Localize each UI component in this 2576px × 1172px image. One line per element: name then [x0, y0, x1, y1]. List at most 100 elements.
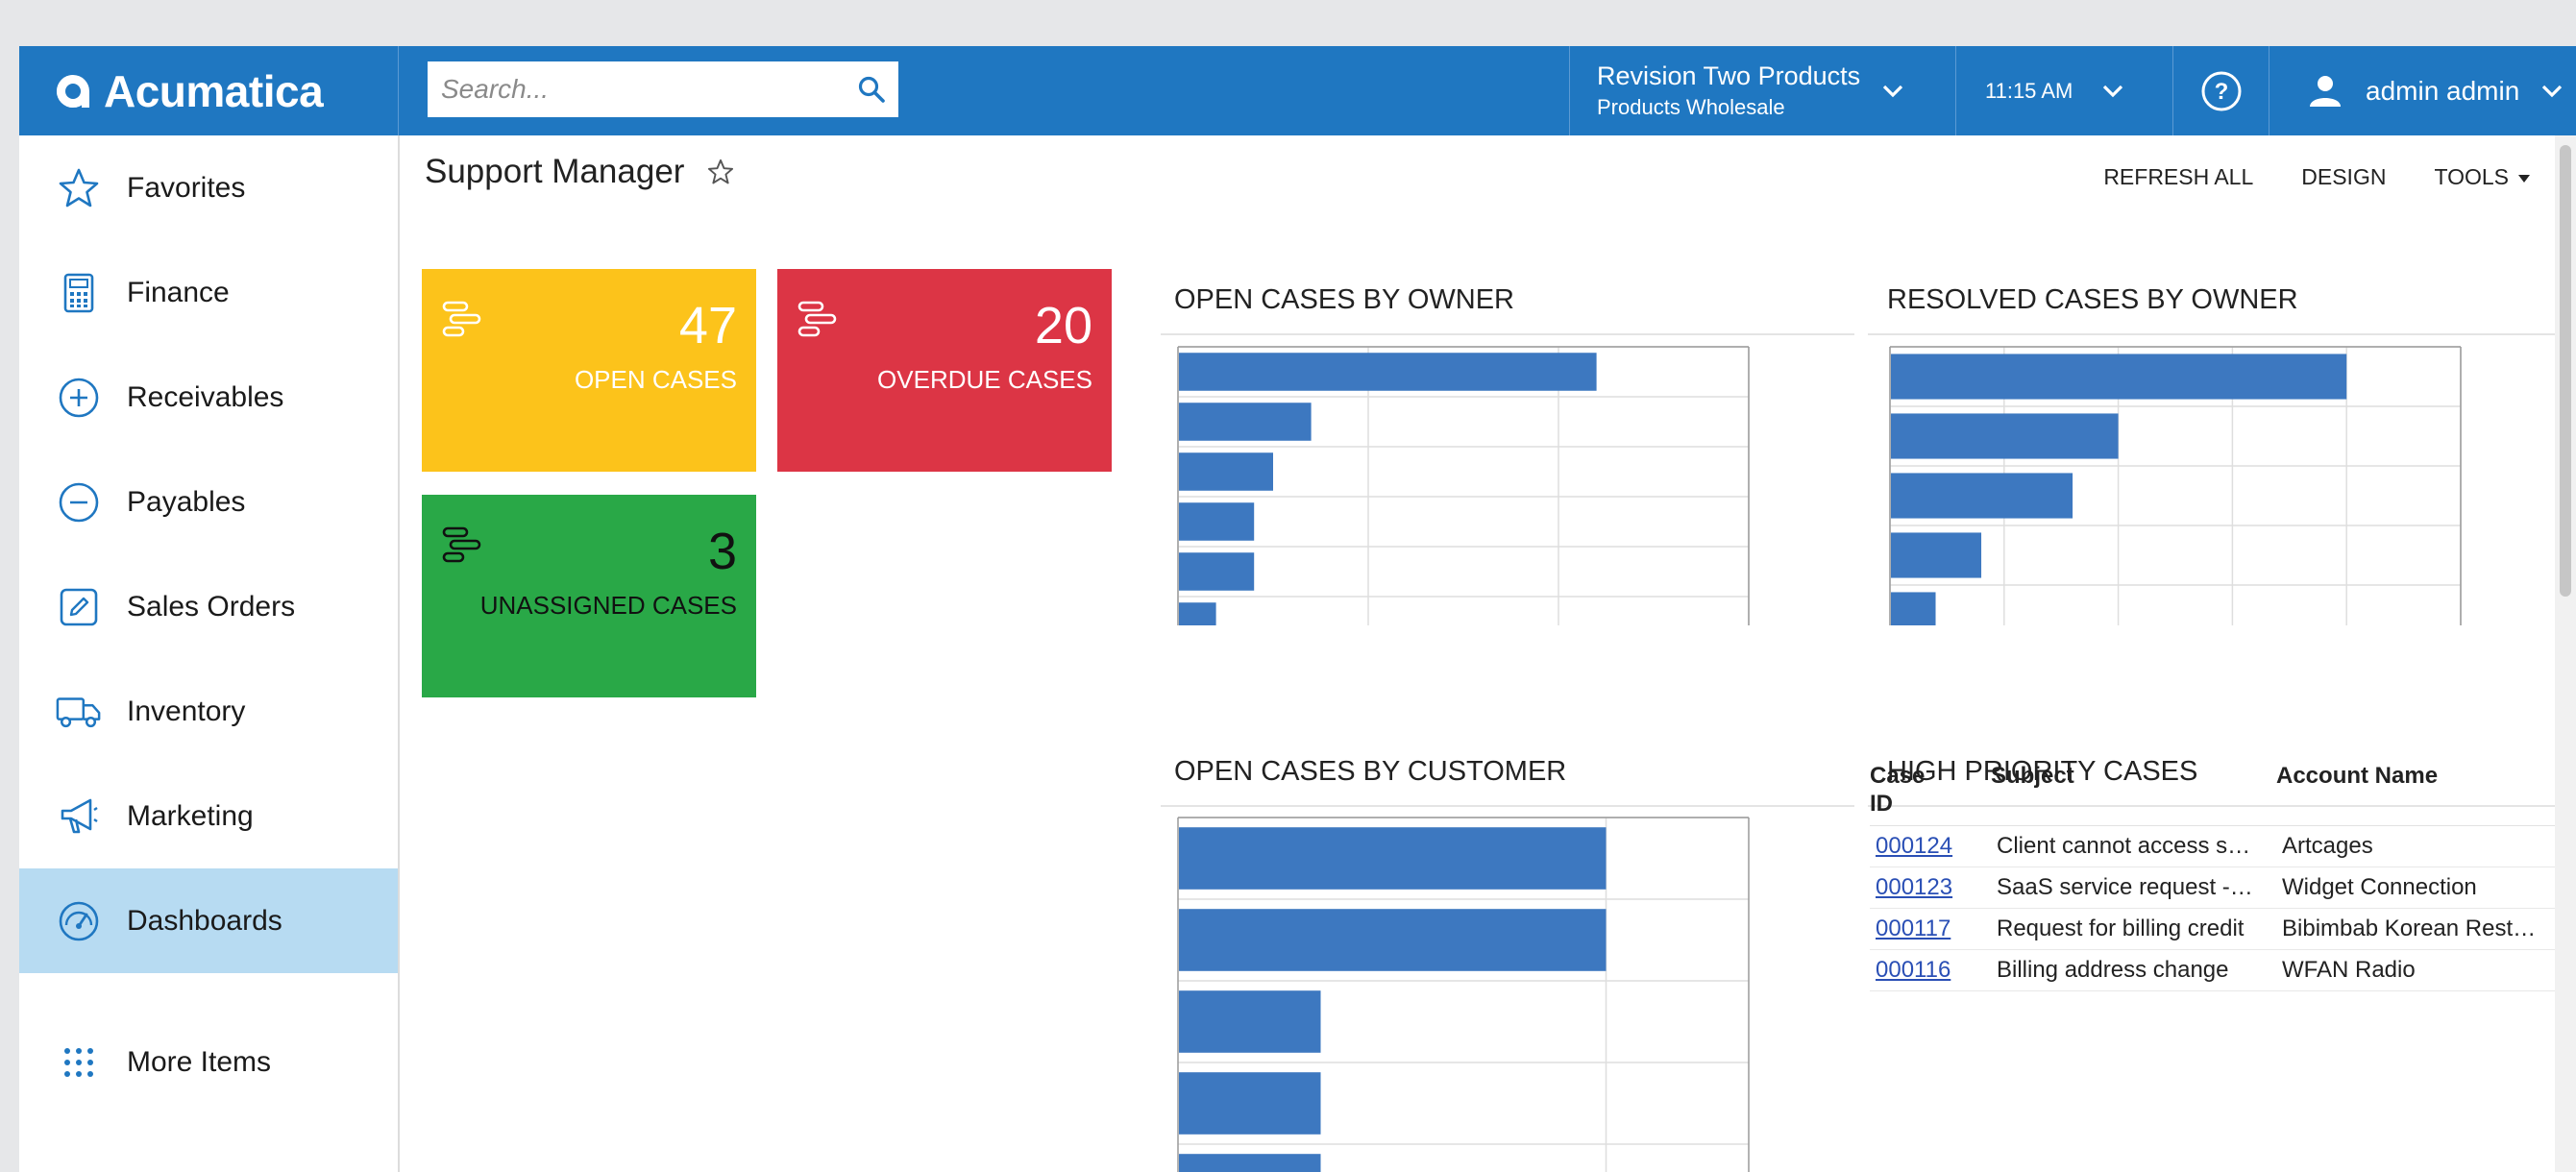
kpi-tile-unassigned-cases[interactable]: 3 UNASSIGNED CASES	[422, 495, 756, 697]
cell-subject: Billing address change	[1991, 949, 2276, 991]
tasks-icon	[442, 526, 481, 563]
brand-name: Acumatica	[104, 65, 324, 116]
tools-menu[interactable]: TOOLS	[2434, 164, 2530, 190]
cell-case-id: 000116	[1870, 949, 1991, 991]
widget-divider	[1868, 333, 2562, 335]
caret-down-icon	[2518, 174, 2530, 183]
widget-title-open-by-customer: OPEN CASES BY CUSTOMER	[1174, 756, 1567, 787]
main-content: Support Manager REFRESH ALL DESIGN TOOLS…	[400, 135, 2576, 1172]
sidebar-item-label: More Items	[127, 1045, 272, 1078]
chevron-down-icon	[1883, 85, 1903, 97]
sidebar-item-favorites[interactable]: Favorites	[19, 135, 398, 240]
app-window: Acumatica Revision Two Products Products…	[19, 46, 2576, 1172]
toolbar: REFRESH ALL DESIGN TOOLS	[2055, 164, 2530, 190]
widget-title-open-by-owner: OPEN CASES BY OWNER	[1174, 284, 1514, 315]
kpi-value: 47	[678, 297, 737, 354]
sidebar-item-marketing[interactable]: Marketing	[19, 764, 398, 868]
time-selector[interactable]: 11:15 AM	[1955, 46, 2172, 135]
sidebar-item-label: Sales Orders	[127, 590, 296, 623]
chart-bar	[1891, 532, 1982, 578]
refresh-all-button[interactable]: REFRESH ALL	[2103, 164, 2253, 190]
minus-circle-icon	[56, 479, 102, 525]
tools-label: TOOLS	[2434, 164, 2509, 189]
design-button[interactable]: DESIGN	[2301, 164, 2386, 190]
cell-account-name: Artcages	[2276, 825, 2562, 867]
kpi-tile-open-cases[interactable]: 47 OPEN CASES	[422, 269, 756, 472]
user-menu[interactable]: admin admin	[2269, 46, 2576, 135]
edit-icon	[56, 584, 102, 630]
kpi-label: OPEN CASES	[574, 365, 737, 394]
sidebar-item-more-items[interactable]: More Items	[19, 1010, 398, 1114]
table-body: 000124 Client cannot access s… Artcages 000…	[1870, 825, 2562, 991]
page-title: Support Manager	[425, 153, 734, 191]
logo[interactable]: Acumatica	[19, 46, 399, 135]
sidebar-item-payables[interactable]: Payables	[19, 450, 398, 554]
grid-dots-icon	[56, 1039, 102, 1086]
favorite-star-icon[interactable]	[707, 159, 734, 185]
column-header-account-name[interactable]: Account Name	[2276, 762, 2562, 826]
search-icon[interactable]	[845, 61, 898, 117]
tasks-icon	[797, 301, 837, 337]
case-id-link[interactable]: 000123	[1876, 874, 1952, 900]
scrollbar-thumb[interactable]	[2560, 145, 2571, 597]
kpi-tile-overdue-cases[interactable]: 20 OVERDUE CASES	[777, 269, 1112, 472]
acumatica-logo-icon	[57, 74, 89, 108]
sidebar-item-label: Receivables	[127, 380, 284, 413]
chevron-down-icon	[2542, 85, 2563, 97]
company-name: Revision Two Products	[1597, 61, 1861, 90]
chart-bar	[1179, 602, 1216, 625]
sidebar-item-label: Payables	[127, 485, 246, 518]
kpi-label: UNASSIGNED CASES	[479, 591, 737, 620]
page-title-text: Support Manager	[425, 153, 685, 190]
chart-resolved-cases-by-owner: 0510152025	[1889, 346, 2462, 625]
scrollbar[interactable]	[2555, 135, 2576, 1172]
case-id-link[interactable]: 000124	[1876, 833, 1952, 859]
table-header-row: Case ID Subject Account Name	[1870, 762, 2562, 826]
sidebar-item-inventory[interactable]: Inventory	[19, 659, 398, 764]
plus-circle-icon	[56, 375, 102, 421]
sidebar-item-label: Marketing	[127, 799, 254, 832]
table-row[interactable]: 000117 Request for billing credit Bibimbab…	[1870, 908, 2562, 950]
sidebar-item-receivables[interactable]: Receivables	[19, 345, 398, 450]
help-icon: ?	[2201, 71, 2241, 110]
cell-case-id: 000124	[1870, 825, 1991, 867]
sidebar: Favorites Finance Receivables Payables S…	[19, 135, 400, 1172]
cell-account-name: Bibimbab Korean Rest…	[2276, 908, 2562, 950]
sidebar-item-sales-orders[interactable]: Sales Orders	[19, 554, 398, 659]
user-icon	[2310, 75, 2341, 107]
sidebar-item-label: Favorites	[127, 171, 246, 204]
calculator-icon	[56, 270, 102, 316]
tasks-icon	[442, 301, 481, 337]
chart-bar	[1179, 552, 1255, 591]
sidebar-item-finance[interactable]: Finance	[19, 240, 398, 345]
sidebar-item-label: Inventory	[127, 695, 246, 727]
case-id-link[interactable]: 000117	[1876, 916, 1950, 941]
sidebar-item-dashboards[interactable]: Dashboards	[19, 868, 398, 973]
widget-title-resolved-by-owner: RESOLVED CASES BY OWNER	[1887, 284, 2298, 315]
table-row[interactable]: 000116 Billing address change WFAN Radio	[1870, 949, 2562, 991]
case-id-link[interactable]: 000116	[1876, 957, 1950, 983]
table-row[interactable]: 000124 Client cannot access s… Artcages	[1870, 825, 2562, 867]
table-row[interactable]: 000123 SaaS service request -… Widget Conn…	[1870, 867, 2562, 909]
help-button[interactable]: ?	[2172, 46, 2269, 135]
company-selector[interactable]: Revision Two Products Products Wholesale	[1569, 46, 1955, 135]
chevron-down-icon	[2103, 85, 2123, 97]
chart-open-cases-by-customer	[1177, 817, 1750, 1172]
column-header-subject[interactable]: Subject	[1991, 762, 2276, 826]
chart-bar	[1891, 473, 2073, 519]
sidebar-item-label: Dashboards	[127, 904, 282, 937]
sidebar-item-label: Finance	[127, 276, 230, 308]
cell-subject: Client cannot access s…	[1991, 825, 2276, 867]
column-header-label: Case ID	[1870, 763, 1926, 817]
kpi-label: OVERDUE CASES	[877, 365, 1092, 394]
chart-bar	[1179, 909, 1607, 971]
cell-case-id: 000123	[1870, 867, 1991, 909]
kpi-value: 20	[1034, 297, 1092, 354]
star-icon	[56, 165, 102, 211]
chart-bar	[1891, 592, 1936, 625]
chart-bar	[1891, 354, 2347, 400]
column-header-case-id[interactable]: Case ID	[1870, 762, 1991, 826]
search-box	[428, 61, 898, 117]
cell-account-name: WFAN Radio	[2276, 949, 2562, 991]
search-input[interactable]	[428, 61, 845, 117]
